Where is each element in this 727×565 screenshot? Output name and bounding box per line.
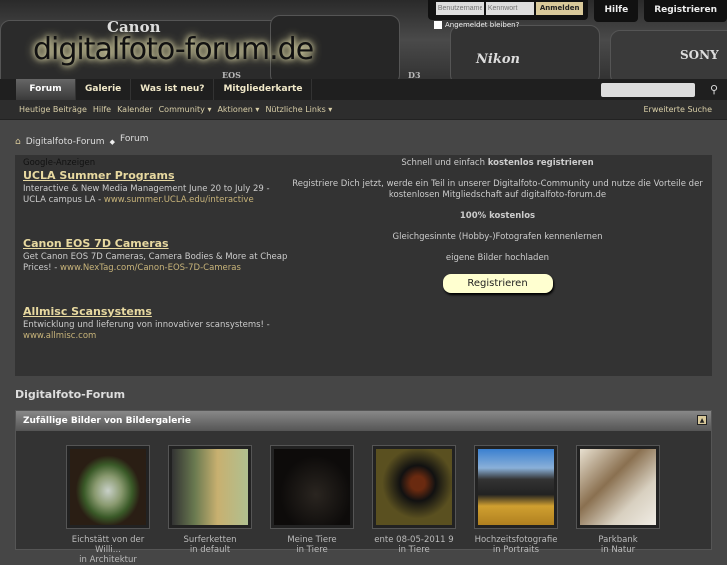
advanced-search-link[interactable]: Erweiterte Suche — [643, 105, 712, 114]
breadcrumb-current: Forum — [119, 134, 149, 144]
ad-url[interactable]: www.summer.UCLA.edu/interactive — [104, 195, 254, 205]
username-input[interactable] — [435, 2, 484, 15]
ad-url[interactable]: www.NexTag.com/Canon-EOS-7D-Cameras — [60, 263, 241, 273]
item-category[interactable]: in Tiere — [270, 545, 354, 555]
item-title[interactable]: Meine Tiere — [270, 535, 354, 545]
login-form: Anmelden — [427, 0, 589, 20]
thumbnail-image[interactable] — [172, 449, 248, 525]
promo-bold: kostenlos registrieren — [487, 158, 594, 168]
subnav-actions[interactable]: Aktionen ▾ — [217, 105, 259, 114]
login-button[interactable]: Anmelden — [535, 2, 584, 15]
promo-free: 100% kostenlos — [459, 211, 536, 221]
thumbnail-image[interactable] — [376, 449, 452, 525]
subnav-useful-links[interactable]: Nützliche Links ▾ — [265, 105, 332, 114]
search-icon[interactable]: ⚲ — [710, 83, 718, 96]
site-logo[interactable]: digitalfoto-forum.de — [33, 32, 314, 67]
thumbnail-image[interactable] — [70, 449, 146, 525]
tab-forum[interactable]: Forum — [16, 79, 76, 100]
item-title[interactable]: Eichstätt von der Willi... — [66, 535, 150, 555]
ad-item: Canon EOS 7D Cameras Get Canon EOS 7D Ca… — [23, 237, 288, 304]
item-category[interactable]: in Portraits — [474, 545, 558, 555]
home-icon[interactable]: ⌂ — [15, 137, 21, 147]
ads-label: Google-Anzeigen — [23, 158, 96, 168]
brand-sony: SONY — [680, 48, 719, 62]
google-ads: Google-Anzeigen UCLA Summer Programs Int… — [23, 158, 288, 342]
register-top-button[interactable]: Registrieren — [644, 0, 727, 22]
ad-url[interactable]: www.allmisc.com — [23, 331, 96, 341]
promo-text: Gleichgesinnte (Hobby-)Fotografen kennen… — [392, 232, 603, 242]
subnav-help[interactable]: Hilfe — [93, 105, 111, 114]
gallery-item[interactable]: ente 08-05-2011 9 in Tiere — [372, 445, 456, 565]
item-category[interactable]: in default — [168, 545, 252, 555]
ad-title[interactable]: Allmisc Scansystems — [23, 305, 288, 318]
ad-title[interactable]: Canon EOS 7D Cameras — [23, 237, 288, 250]
tab-galerie[interactable]: Galerie — [76, 79, 132, 100]
sub-nav: Heutige Beiträge Hilfe Kalender Communit… — [0, 100, 727, 120]
subnav-todays-posts[interactable]: Heutige Beiträge — [19, 105, 87, 114]
camera-image — [450, 25, 600, 79]
thumbnail-image[interactable] — [580, 449, 656, 525]
gallery-item[interactable]: Hochzeitsfotografie in Portraits — [474, 445, 558, 565]
ad-item: UCLA Summer Programs Interactive & New M… — [23, 169, 288, 236]
item-title[interactable]: Hochzeitsfotografie — [474, 535, 558, 545]
brand-eos: EOS — [222, 70, 241, 79]
promo-text: Registriere Dich jetzt, werde ein Teil i… — [292, 179, 703, 200]
brand-d3: D3 — [408, 70, 421, 79]
random-gallery: Zufällige Bilder von Bildergalerie ▲ Eich… — [15, 410, 712, 565]
subnav-calendar[interactable]: Kalender — [117, 105, 153, 114]
remember-label: Angemeldet bleiben? — [445, 21, 520, 29]
breadcrumb-separator-icon: ◆ — [109, 138, 115, 146]
tab-member-map[interactable]: Mitgliederkarte — [214, 79, 313, 100]
collapse-icon[interactable]: ▲ — [697, 415, 707, 425]
gallery-item[interactable]: Meine Tiere in Tiere — [270, 445, 354, 565]
top-bar: Anmelden Hilfe Registrieren — [427, 0, 727, 22]
remember-checkbox[interactable] — [434, 21, 442, 29]
item-category[interactable]: in Architektur — [66, 555, 150, 565]
subnav-community[interactable]: Community ▾ — [159, 105, 212, 114]
gallery-title: Zufällige Bilder von Bildergalerie — [23, 416, 191, 426]
section-title: Digitalfoto-Forum — [15, 388, 126, 401]
gallery-item[interactable]: Surferketten in default — [168, 445, 252, 565]
breadcrumb-home[interactable]: Digitalfoto-Forum — [26, 137, 105, 147]
ad-desc: Entwicklung und lieferung von innovative… — [23, 320, 270, 330]
item-category[interactable]: in Natur — [576, 545, 660, 555]
register-button[interactable]: Registrieren — [442, 274, 553, 293]
brand-nikon: Nikon — [476, 52, 520, 67]
gallery-item[interactable]: Parkbank in Natur — [576, 445, 660, 565]
thumbnail-image[interactable] — [274, 449, 350, 525]
promo-text: eigene Bilder hochladen — [445, 253, 550, 263]
password-input[interactable] — [485, 2, 534, 15]
item-title[interactable]: ente 08-05-2011 9 — [372, 535, 456, 545]
item-category[interactable]: in Tiere — [372, 545, 456, 555]
notice-panel: Google-Anzeigen UCLA Summer Programs Int… — [15, 155, 712, 376]
item-title[interactable]: Parkbank — [576, 535, 660, 545]
help-button[interactable]: Hilfe — [594, 0, 639, 22]
remember-me[interactable]: Angemeldet bleiben? — [434, 21, 519, 29]
gallery-item[interactable]: Eichstätt von der Willi... in Architektur — [66, 445, 150, 565]
ad-item: Allmisc Scansystems Entwicklung und lief… — [23, 305, 288, 342]
register-promo: Schnell und einfach kostenlos registrier… — [290, 158, 705, 293]
thumbnail-image[interactable] — [478, 449, 554, 525]
ad-title[interactable]: UCLA Summer Programs — [23, 169, 288, 182]
tab-whats-new[interactable]: Was ist neu? — [131, 79, 215, 100]
promo-text: Schnell und einfach — [401, 158, 488, 168]
item-title[interactable]: Surferketten — [168, 535, 252, 545]
search-input[interactable] — [601, 83, 695, 97]
breadcrumb: ⌂ Digitalfoto-Forum ◆ Forum — [15, 134, 149, 147]
